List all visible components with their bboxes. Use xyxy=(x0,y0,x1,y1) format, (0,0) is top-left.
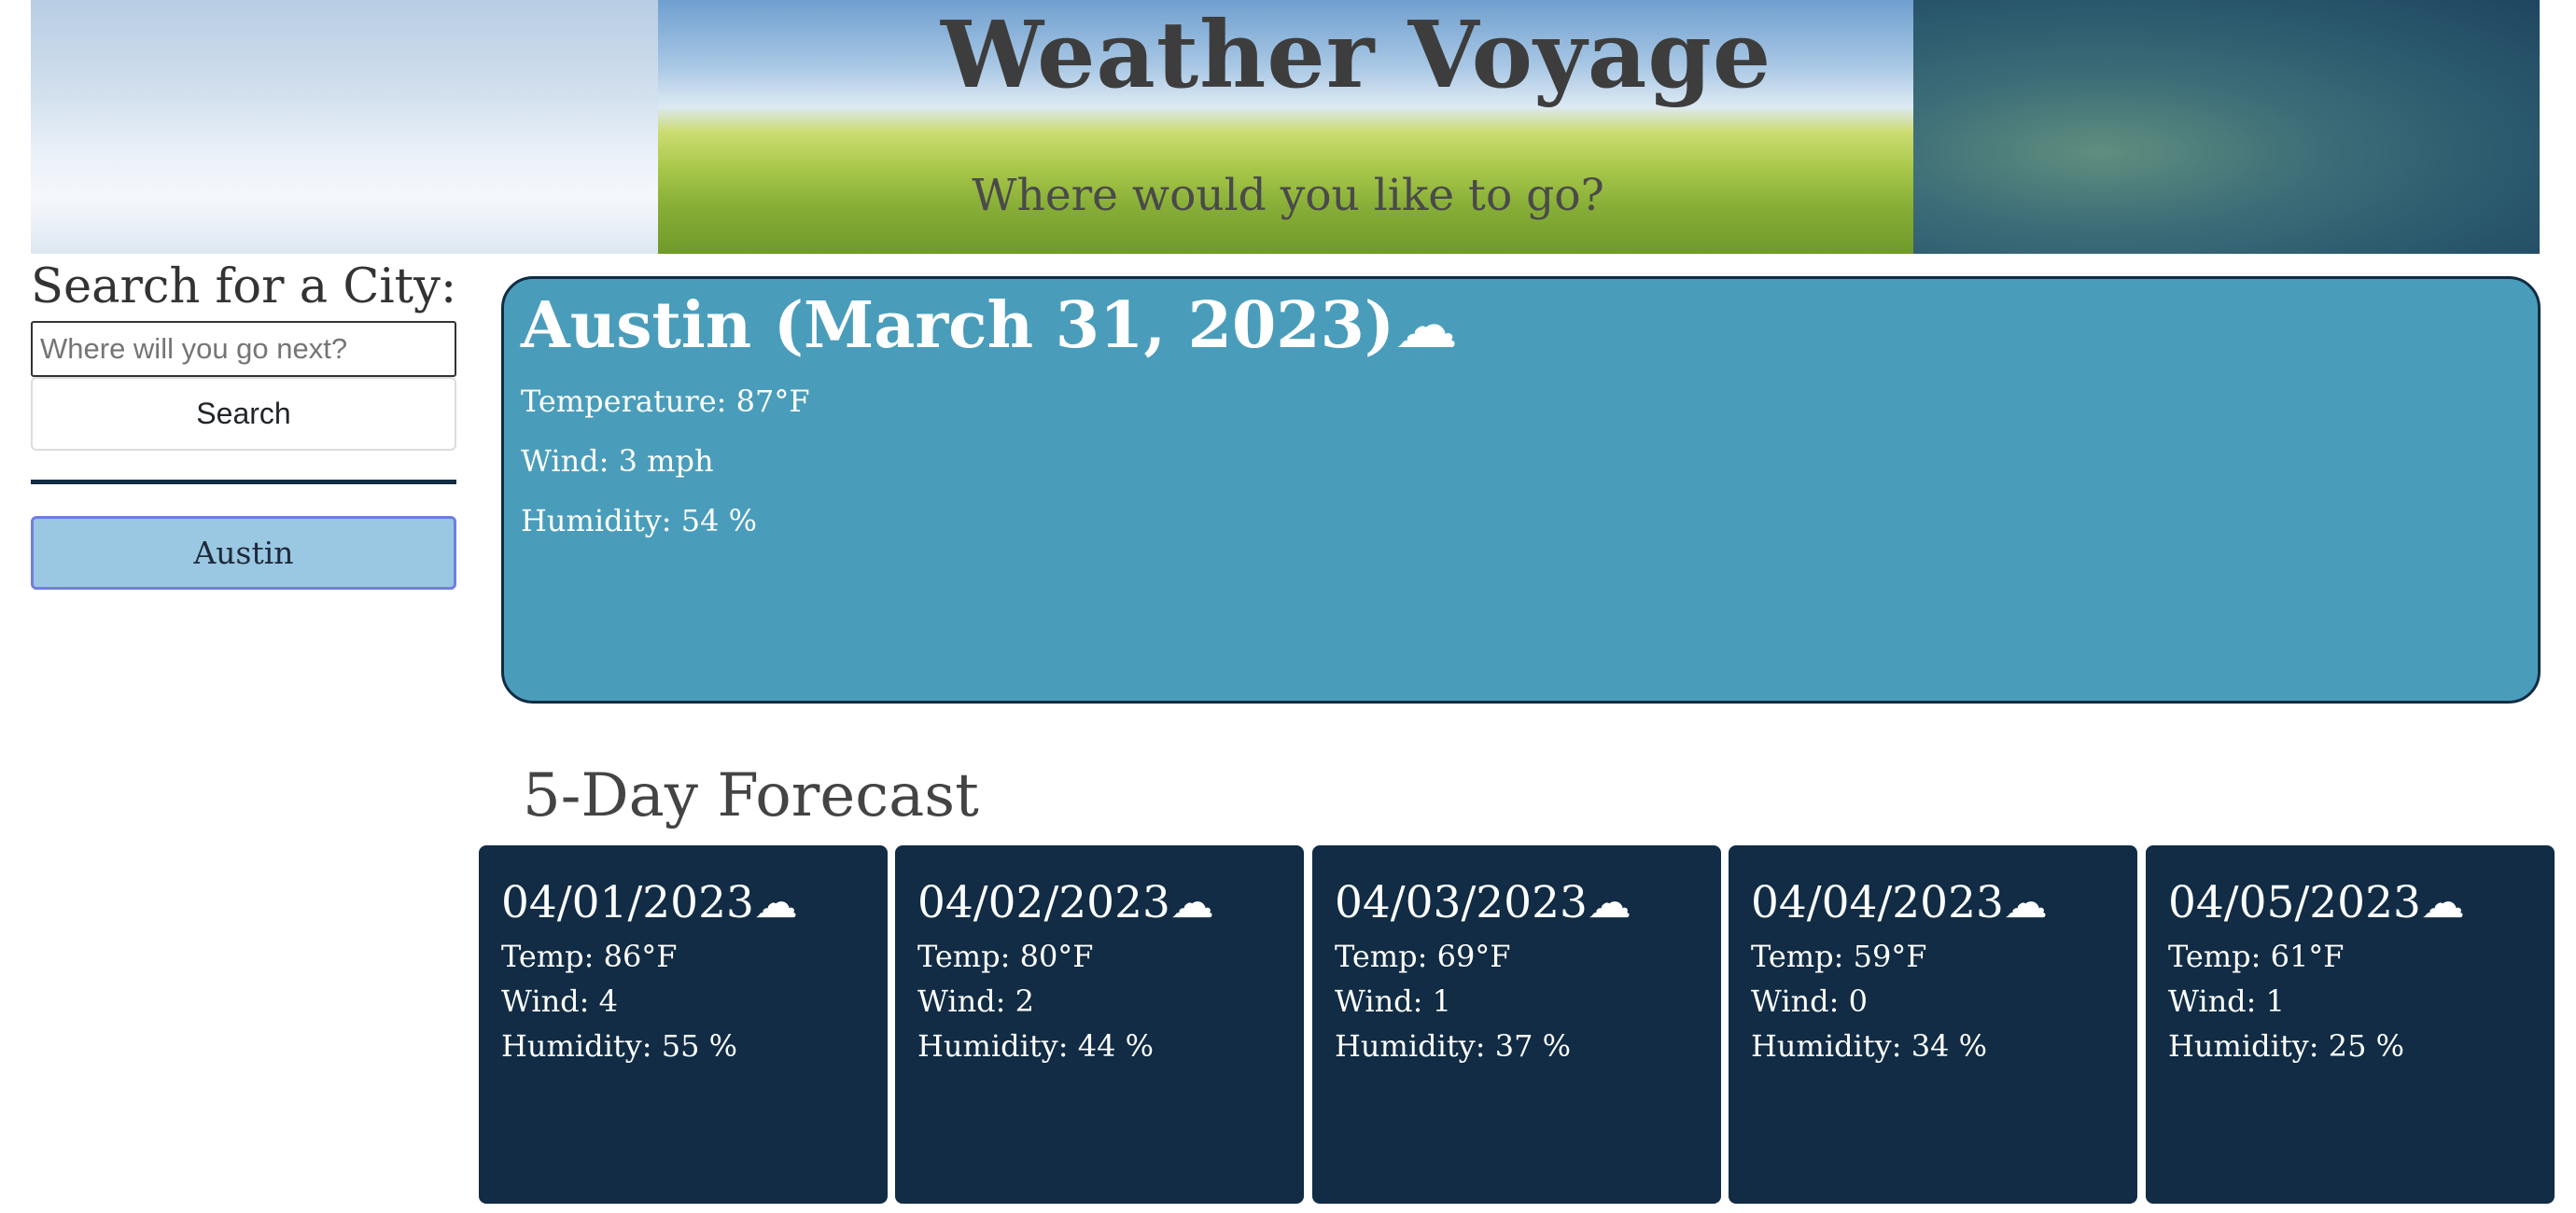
current-wind: Wind: 3 mph xyxy=(521,443,714,479)
forecast-date-line: 04/01/2023☁ xyxy=(501,877,798,928)
forecast-temp: Temp: 59°F xyxy=(1751,939,1927,974)
forecast-row: 04/01/2023☁ Temp: 86°F Wind: 4 Humidity:… xyxy=(479,845,2555,1204)
forecast-humidity: Humidity: 44 % xyxy=(917,1028,1154,1064)
page-title: Weather Voyage xyxy=(941,2,1772,109)
forecast-wind: Wind: 1 xyxy=(1335,983,1451,1019)
forecast-wind: Wind: 4 xyxy=(501,983,618,1019)
cloud-icon: ☁ xyxy=(1394,289,1459,363)
forecast-card: 04/04/2023☁ Temp: 59°F Wind: 0 Humidity:… xyxy=(1729,845,2137,1204)
forecast-humidity: Humidity: 37 % xyxy=(1335,1028,1571,1064)
forecast-temp: Temp: 80°F xyxy=(917,939,1094,974)
forecast-card: 04/05/2023☁ Temp: 61°F Wind: 1 Humidity:… xyxy=(2146,845,2555,1204)
forecast-card: 04/01/2023☁ Temp: 86°F Wind: 4 Humidity:… xyxy=(479,845,888,1204)
cloud-icon: ☁ xyxy=(2003,877,2048,928)
search-input[interactable] xyxy=(31,321,456,377)
forecast-temp: Temp: 61°F xyxy=(2168,939,2345,974)
search-button[interactable]: Search xyxy=(31,377,456,451)
forecast-card: 04/02/2023☁ Temp: 80°F Wind: 2 Humidity:… xyxy=(895,845,1304,1204)
forecast-humidity: Humidity: 34 % xyxy=(1751,1028,1987,1064)
forecast-date: 04/02/2023 xyxy=(917,877,1170,928)
search-heading: Search for a City: xyxy=(31,259,457,314)
cloud-icon: ☁ xyxy=(1587,877,1631,928)
current-humidity: Humidity: 54 % xyxy=(521,503,757,538)
page-subtitle: Where would you like to go? xyxy=(972,170,1604,221)
forecast-date: 04/01/2023 xyxy=(501,877,754,928)
history-button-austin[interactable]: Austin xyxy=(31,516,456,590)
forecast-humidity: Humidity: 55 % xyxy=(501,1028,737,1064)
forecast-wind: Wind: 2 xyxy=(917,983,1034,1019)
cloud-icon: ☁ xyxy=(753,877,798,928)
forecast-temp: Temp: 86°F xyxy=(501,939,678,974)
forecast-humidity: Humidity: 25 % xyxy=(2168,1028,2404,1064)
forecast-wind: Wind: 1 xyxy=(2168,983,2285,1019)
current-weather-title: Austin (March 31, 2023)☁ xyxy=(521,288,1458,363)
forecast-date-line: 04/02/2023☁ xyxy=(917,877,1214,928)
cloud-icon: ☁ xyxy=(1169,877,1214,928)
forecast-wind: Wind: 0 xyxy=(1751,983,1868,1019)
current-weather-card: Austin (March 31, 2023)☁ Temperature: 87… xyxy=(501,276,2541,704)
forecast-heading: 5-Day Forecast xyxy=(523,761,979,830)
forecast-date-line: 04/04/2023☁ xyxy=(1751,877,2048,928)
forecast-date-line: 04/05/2023☁ xyxy=(2168,877,2465,928)
forecast-card: 04/03/2023☁ Temp: 69°F Wind: 1 Humidity:… xyxy=(1312,845,1721,1204)
forecast-date: 04/03/2023 xyxy=(1335,877,1588,928)
sidebar-divider xyxy=(31,480,456,484)
forecast-temp: Temp: 69°F xyxy=(1335,939,1511,974)
current-temperature: Temperature: 87°F xyxy=(521,383,810,419)
current-city-date: Austin (March 31, 2023) xyxy=(521,288,1395,363)
forecast-date: 04/05/2023 xyxy=(2168,877,2421,928)
forecast-date-line: 04/03/2023☁ xyxy=(1335,877,1631,928)
rain-umbrella-image xyxy=(1913,0,2540,254)
forecast-date: 04/04/2023 xyxy=(1751,877,2004,928)
winter-landscape-image xyxy=(31,0,658,254)
cloud-icon: ☁ xyxy=(2420,877,2465,928)
